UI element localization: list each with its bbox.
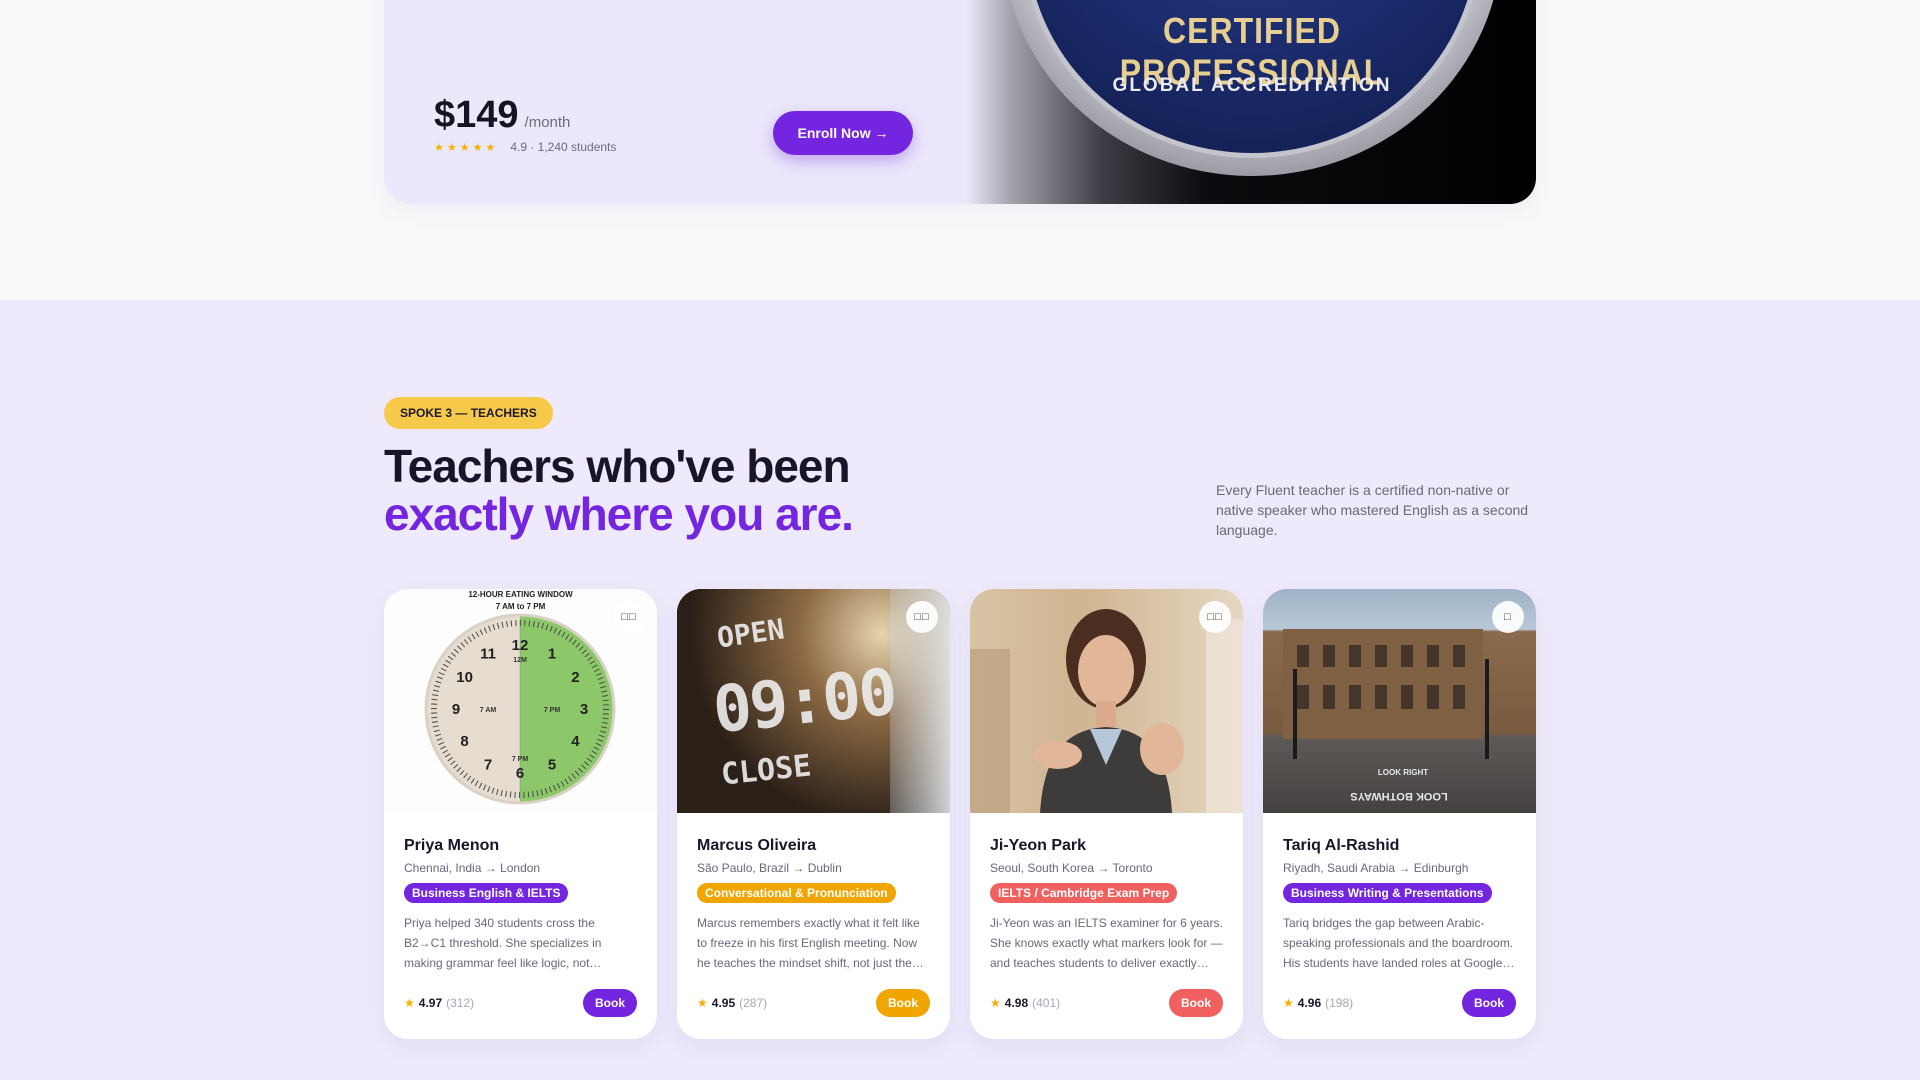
teacher-name: Priya Menon <box>404 837 500 854</box>
teacher-bio: Priya helped 340 students cross the B2→C… <box>404 916 602 970</box>
teacher-rating: ★ 4.95 (287) <box>697 996 767 1010</box>
rating-score: 4.98 <box>1004 996 1029 1010</box>
review-count: (287) <box>739 996 768 1010</box>
clock-number: 12 <box>512 637 529 654</box>
review-count: (401) <box>1032 996 1061 1010</box>
cafe-open-text: OPEN <box>715 612 787 655</box>
star-icon: ★ <box>1283 996 1294 1010</box>
teacher-route: Seoul, South Korea → Toronto <box>990 861 1153 875</box>
book-button[interactable]: Book <box>1169 989 1223 1017</box>
rating-score: 4.95 <box>711 996 736 1010</box>
teacher-card[interactable]: LOOK RIGHT LOOK BOTHWAYS □ Tariq Al-Rash… <box>1263 589 1536 1039</box>
clock-number: 4 <box>571 733 580 750</box>
teacher-cards: 12-HOUR EATING WINDOW 7 AM to 7 PM 12 1 2 3… <box>384 589 1536 1039</box>
certificate-image: CERTIFIED PROFESSIONAL GLOBAL ACCREDITAT… <box>966 0 1536 204</box>
teacher-card[interactable]: 12-HOUR EATING WINDOW 7 AM to 7 PM 12 1 2 3… <box>384 589 657 1039</box>
rating-stars-icon: ★★★★★ <box>434 141 499 154</box>
cafe-time-text: 09:00 <box>709 655 900 749</box>
teacher-route: Chennai, India → London <box>404 861 541 875</box>
teacher-bio: Tariq bridges the gap between Arabic-spe… <box>1283 916 1515 970</box>
rating-score: 4.96 <box>1297 996 1322 1010</box>
book-button[interactable]: Book <box>1462 989 1516 1017</box>
teacher-route: São Paulo, Brazil → Dublin <box>697 861 842 875</box>
star-icon: ★ <box>990 996 1001 1010</box>
book-button[interactable]: Book <box>583 989 637 1017</box>
teacher-rating: ★ 4.98 (401) <box>990 996 1060 1010</box>
street-marking-1: LOOK RIGHT <box>1378 768 1428 777</box>
clock-number: 5 <box>548 756 556 773</box>
enroll-now-button[interactable]: Enroll Now → <box>773 111 913 155</box>
clock-label-7pm: 7 PM <box>544 707 561 714</box>
course-section: CERTIFIED PROFESSIONAL GLOBAL ACCREDITAT… <box>0 0 1920 300</box>
teacher-name: Marcus Oliveira <box>697 837 817 854</box>
favorite-toggle-icon[interactable]: □□ <box>906 601 938 633</box>
teacher-bio: Marcus remembers exactly what it felt li… <box>697 916 924 970</box>
certification-badge: CERTIFIED PROFESSIONAL GLOBAL ACCREDITAT… <box>1002 0 1502 176</box>
price-unit: /month <box>524 114 571 131</box>
rating-text: 4.9 · 1,240 students <box>510 140 617 154</box>
headline-line-2: exactly where you are. <box>384 488 854 540</box>
review-count: (312) <box>446 996 475 1010</box>
clock-label-7am: 7 AM <box>480 707 497 714</box>
section-description: Every Fluent teacher is a certified non-… <box>1216 482 1529 538</box>
teacher-photo: 12-HOUR EATING WINDOW 7 AM to 7 PM 12 1 2 3… <box>384 589 657 813</box>
badge-subtitle: GLOBAL ACCREDITATION <box>1112 75 1392 96</box>
star-icon: ★ <box>697 996 708 1010</box>
clock-number: 10 <box>456 669 473 686</box>
teacher-rating: ★ 4.96 (198) <box>1283 996 1353 1010</box>
price-value: $149 <box>434 94 519 136</box>
teacher-photo: OPEN 09:00 CLOSE □□ <box>677 589 950 813</box>
review-count: (198) <box>1325 996 1354 1010</box>
teacher-card[interactable]: OPEN 09:00 CLOSE □□ Marcus Oliveira São … <box>677 589 950 1039</box>
street-marking-2: LOOK BOTHWAYS <box>1350 790 1447 802</box>
favorite-toggle-icon[interactable]: □ <box>1492 601 1524 633</box>
teacher-name: Ji-Yeon Park <box>990 837 1087 854</box>
teacher-photo: LOOK RIGHT LOOK BOTHWAYS □ <box>1263 589 1536 813</box>
teacher-card[interactable]: □□ Ji-Yeon Park Seoul, South Korea → Tor… <box>970 589 1243 1039</box>
clock-number: 2 <box>571 669 579 686</box>
clock-label-12m: 12M <box>513 657 527 664</box>
section-headline: Teachers who've been exactly where you a… <box>384 440 854 540</box>
specialty-badge: Business Writing & Presentations <box>1283 883 1492 903</box>
book-button[interactable]: Book <box>876 989 930 1017</box>
price: $149 /month <box>434 94 570 137</box>
teacher-bio: Ji-Yeon was an IELTS examiner for 6 year… <box>990 916 1223 970</box>
specialty-badge: IELTS / Cambridge Exam Prep <box>990 883 1178 903</box>
star-icon: ★ <box>404 996 415 1010</box>
favorite-toggle-icon[interactable]: □□ <box>613 601 645 633</box>
clock-number: 11 <box>480 646 496 663</box>
course-rating: ★★★★★ 4.9 · 1,240 students <box>434 140 616 154</box>
rating-score: 4.97 <box>418 996 443 1010</box>
cafe-close-text: CLOSE <box>719 748 813 793</box>
specialty-badge: Business English & IELTS <box>404 883 569 903</box>
clock-number: 9 <box>452 701 460 718</box>
course-card: CERTIFIED PROFESSIONAL GLOBAL ACCREDITAT… <box>384 0 1536 204</box>
headline-line-1: Teachers who've been <box>384 440 851 492</box>
clock-number: 7 <box>484 756 492 773</box>
specialty-badge: Conversational & Pronunciation <box>697 883 896 903</box>
teacher-rating: ★ 4.97 (312) <box>404 996 474 1010</box>
clock-number: 6 <box>516 765 524 782</box>
teacher-photo: □□ <box>970 589 1243 813</box>
teachers-section: SPOKE 3 — TEACHERS Teachers who've been … <box>0 300 1920 1080</box>
teacher-route: Riyadh, Saudi Arabia → Edinburgh <box>1283 861 1469 875</box>
section-tag: SPOKE 3 — TEACHERS <box>384 397 553 429</box>
clock-number: 8 <box>460 733 468 750</box>
clock-number: 3 <box>580 701 588 718</box>
clock-number: 1 <box>548 646 556 663</box>
favorite-toggle-icon[interactable]: □□ <box>1199 601 1231 633</box>
clock-label-7pm-bottom: 7 PM <box>512 756 529 763</box>
clock-caption: 12-HOUR EATING WINDOW <box>468 590 573 599</box>
teacher-name: Tariq Al-Rashid <box>1283 837 1400 854</box>
